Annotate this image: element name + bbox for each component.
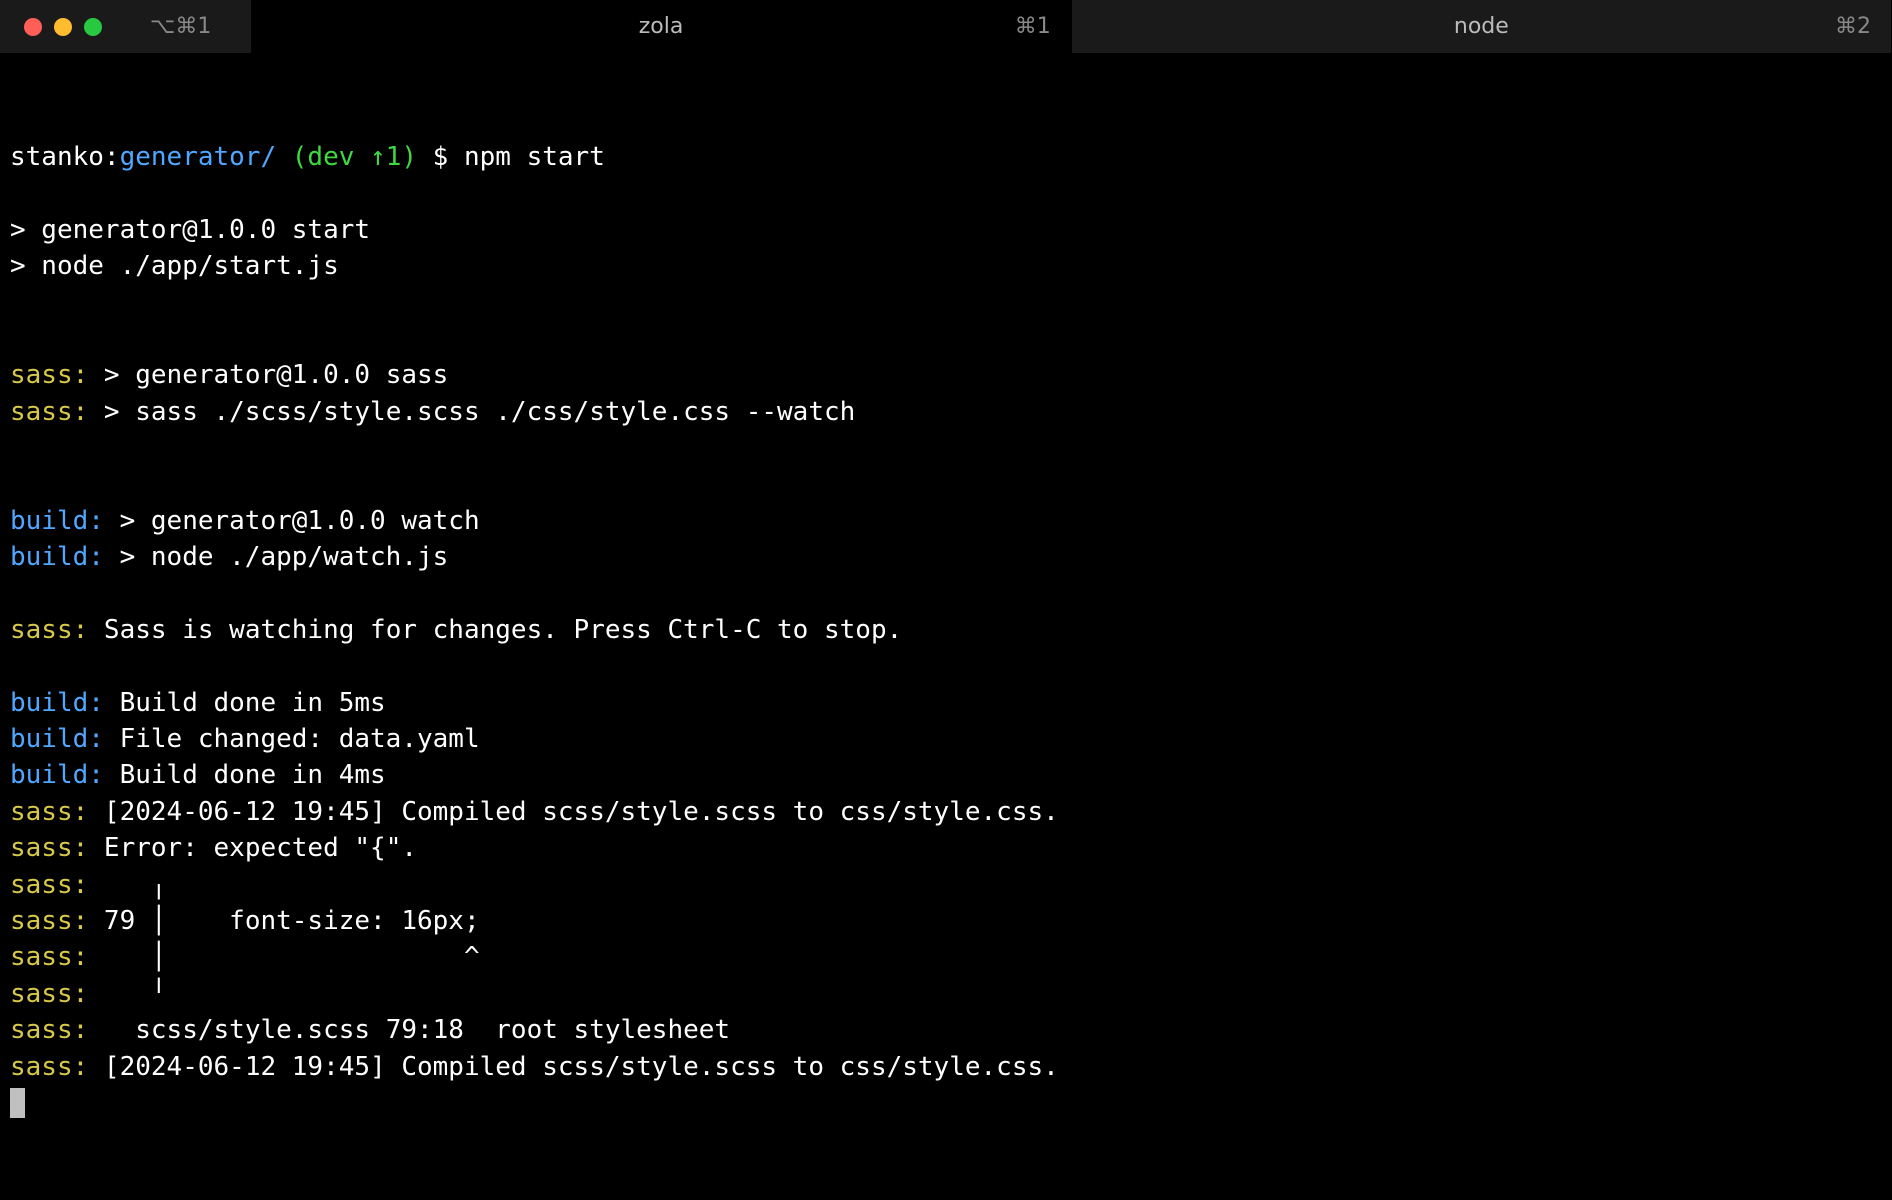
line-label: sass:	[10, 942, 88, 972]
terminal-line: sass: ╵	[10, 976, 1882, 1012]
terminal-line: sass: scss/style.scss 79:18 root stylesh…	[10, 1012, 1882, 1048]
line-label: sass:	[10, 615, 88, 645]
tab-shortcut: ⌘2	[1835, 14, 1871, 39]
terminal-line	[10, 430, 1882, 466]
tab-bar: zola ⌘1 node ⌘2	[251, 0, 1892, 53]
terminal-line: sass: ╷	[10, 867, 1882, 903]
prompt-line: stanko:generator/ (dev ↑1) $ npm start	[10, 139, 1882, 175]
terminal-line: > generator@1.0.0 start	[10, 212, 1882, 248]
terminal-line: sass: [2024-06-12 19:45] Compiled scss/s…	[10, 1049, 1882, 1085]
terminal-output[interactable]: stanko:generator/ (dev ↑1) $ npm start > …	[0, 54, 1892, 1170]
terminal-line: sass: [2024-06-12 19:45] Compiled scss/s…	[10, 794, 1882, 830]
prompt-command: npm start	[464, 142, 605, 172]
line-label: build:	[10, 506, 104, 536]
cursor-icon	[10, 1088, 25, 1118]
cursor-line	[10, 1085, 1882, 1121]
line-label: sass:	[10, 979, 88, 1009]
terminal-line: build: File changed: data.yaml	[10, 721, 1882, 757]
prompt-branch: (dev ↑1)	[292, 142, 417, 172]
terminal-line: build: Build done in 4ms	[10, 757, 1882, 793]
terminal-line	[10, 284, 1882, 320]
tab-label: zola	[639, 14, 684, 39]
line-text: File changed: data.yaml	[104, 724, 480, 754]
minimize-icon[interactable]	[54, 18, 72, 36]
tab-zola[interactable]: zola ⌘1	[251, 0, 1071, 53]
tab-node[interactable]: node ⌘2	[1072, 0, 1892, 53]
terminal-line	[10, 466, 1882, 502]
line-label: build:	[10, 760, 104, 790]
terminal-line: sass: Sass is watching for changes. Pres…	[10, 612, 1882, 648]
terminal-line: > node ./app/start.js	[10, 248, 1882, 284]
titlebar: ⌥⌘1 zola ⌘1 node ⌘2	[0, 0, 1892, 54]
terminal-line	[10, 575, 1882, 611]
terminal-line: sass: Error: expected "{".	[10, 830, 1882, 866]
line-label: build:	[10, 724, 104, 754]
line-text: > generator@1.0.0 watch	[104, 506, 480, 536]
line-label: sass:	[10, 870, 88, 900]
line-text: Sass is watching for changes. Press Ctrl…	[88, 615, 902, 645]
window-shortcut: ⌥⌘1	[150, 14, 211, 39]
line-label: sass:	[10, 397, 88, 427]
line-label: sass:	[10, 360, 88, 390]
line-text: > sass ./scss/style.scss ./css/style.css…	[88, 397, 855, 427]
line-text: Build done in 4ms	[104, 760, 386, 790]
line-text: > generator@1.0.0 sass	[88, 360, 448, 390]
close-icon[interactable]	[24, 18, 42, 36]
terminal-line: sass: > sass ./scss/style.scss ./css/sty…	[10, 394, 1882, 430]
line-text: ╵	[88, 979, 166, 1009]
terminal-line: sass: 79 │ font-size: 16px;	[10, 903, 1882, 939]
line-label: sass:	[10, 833, 88, 863]
terminal-line: sass: │ ^	[10, 939, 1882, 975]
terminal-line: build: Build done in 5ms	[10, 685, 1882, 721]
tab-label: node	[1454, 14, 1509, 39]
terminal-line: build: > node ./app/watch.js	[10, 539, 1882, 575]
prompt-path: generator/	[120, 142, 277, 172]
line-label: sass:	[10, 1052, 88, 1082]
line-label: sass:	[10, 797, 88, 827]
terminal-line	[10, 648, 1882, 684]
line-text: ╷	[88, 870, 166, 900]
line-text: 79 │ font-size: 16px;	[88, 906, 479, 936]
tab-shortcut: ⌘1	[1015, 14, 1051, 39]
terminal-line: build: > generator@1.0.0 watch	[10, 503, 1882, 539]
line-text: Error: expected "{".	[88, 833, 417, 863]
maximize-icon[interactable]	[84, 18, 102, 36]
prompt-user: stanko	[10, 142, 104, 172]
terminal-line	[10, 321, 1882, 357]
line-text: [2024-06-12 19:45] Compiled scss/style.s…	[88, 797, 1059, 827]
line-text: Build done in 5ms	[104, 688, 386, 718]
line-label: build:	[10, 542, 104, 572]
terminal-line	[10, 175, 1882, 211]
line-label: build:	[10, 688, 104, 718]
terminal-line: sass: > generator@1.0.0 sass	[10, 357, 1882, 393]
line-text: [2024-06-12 19:45] Compiled scss/style.s…	[88, 1052, 1059, 1082]
traffic-lights	[0, 18, 102, 36]
line-label: sass:	[10, 1015, 88, 1045]
prompt-symbol: $	[433, 142, 449, 172]
line-text: │ ^	[88, 942, 479, 972]
line-text: > node ./app/watch.js	[104, 542, 448, 572]
line-label: sass:	[10, 906, 88, 936]
line-text: scss/style.scss 79:18 root stylesheet	[88, 1015, 730, 1045]
